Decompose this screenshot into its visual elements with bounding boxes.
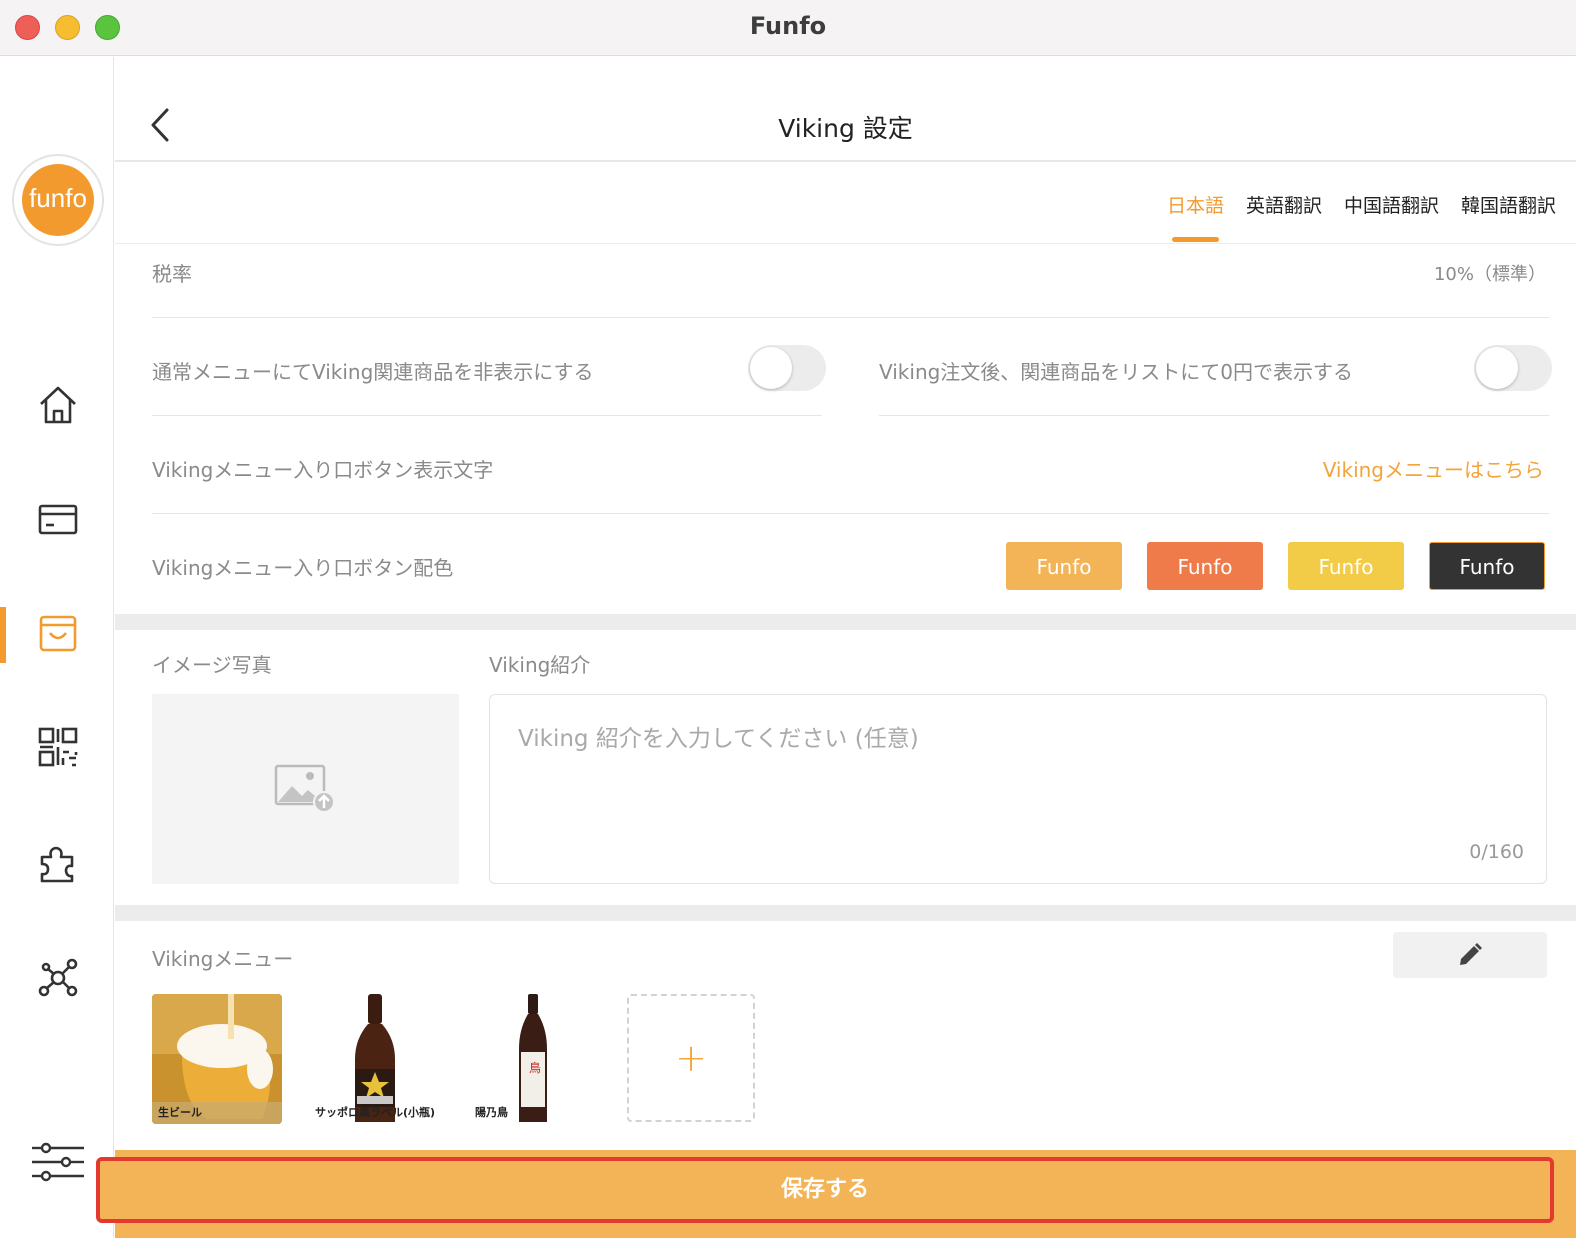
entry-text-value[interactable]: Vikingメニューはこちら (1323, 454, 1544, 483)
title-bar: Funfo (0, 0, 1576, 56)
zero-yen-label: Viking注文後、関連商品をリストにて0円で表示する (879, 360, 1354, 384)
toggle-knob (750, 347, 792, 389)
page-title: Viking 設定 (778, 114, 913, 143)
tab-chinese[interactable]: 中国語翻訳 (1344, 191, 1439, 241)
tax-label: 税率 (152, 262, 192, 286)
intro-textarea[interactable]: Viking 紹介を入力してください (任意) 0/160 (489, 694, 1547, 884)
plus-icon: + (675, 1036, 707, 1080)
menu-item-caption: サッポロ黒ラベル(小瓶) (315, 1106, 436, 1119)
hide-related-label: 通常メニューにてViking関連商品を非表示にする (152, 360, 594, 384)
divider (879, 415, 1549, 416)
puzzle-icon[interactable] (36, 841, 80, 885)
viking-menu-label: Vikingメニュー (152, 947, 294, 971)
funfo-logo[interactable]: funfo (12, 154, 104, 246)
svg-text:鳥: 鳥 (529, 1060, 541, 1075)
pencil-icon (1460, 943, 1482, 965)
entry-color-label: Vikingメニュー入り口ボタン配色 (152, 556, 454, 580)
save-button[interactable]: 保存する (96, 1157, 1554, 1223)
section-separator (115, 905, 1576, 921)
divider (152, 513, 1549, 514)
color-option-red[interactable]: Funfo (1147, 542, 1263, 590)
divider (152, 317, 1549, 318)
add-menu-item-button[interactable]: + (627, 994, 755, 1122)
photo-label: イメージ写真 (152, 653, 272, 677)
char-counter: 0/160 (1469, 841, 1524, 863)
color-option-black[interactable]: Funfo (1429, 542, 1545, 590)
qr-code-icon[interactable] (36, 725, 80, 769)
page-header: Viking 設定 (115, 57, 1576, 162)
zero-yen-toggle[interactable] (1474, 345, 1552, 391)
entry-text-label: Vikingメニュー入り口ボタン表示文字 (152, 458, 494, 482)
color-option-yellow[interactable]: Funfo (1288, 542, 1404, 590)
tab-japanese[interactable]: 日本語 (1167, 191, 1224, 242)
tab-korean[interactable]: 韓国語翻訳 (1461, 191, 1556, 241)
intro-placeholder: Viking 紹介を入力してください (任意) (518, 726, 919, 752)
menu-item-beer[interactable]: 生ビール (152, 994, 282, 1124)
tab-english[interactable]: 英語翻訳 (1246, 191, 1322, 241)
sidebar: funfo (0, 57, 114, 1238)
settings-sliders-icon[interactable] (30, 1140, 86, 1184)
active-indicator (0, 607, 6, 663)
divider (152, 415, 822, 416)
section-separator (115, 614, 1576, 630)
edit-menu-button[interactable] (1393, 932, 1547, 978)
color-option-orange[interactable]: Funfo (1006, 542, 1122, 590)
window-title: Funfo (749, 12, 827, 40)
menu-item-caption: 陽乃鳥 (475, 1106, 508, 1119)
main-content: Viking 設定 日本語 英語翻訳 中国語翻訳 韓国語翻訳 税率 10%（標準… (115, 57, 1576, 1238)
toggle-knob (1476, 347, 1518, 389)
language-tabs: 日本語 英語翻訳 中国語翻訳 韓国語翻訳 (1167, 191, 1556, 242)
intro-label: Viking紹介 (489, 653, 591, 677)
home-icon[interactable] (36, 383, 80, 427)
tabs-divider (115, 243, 1576, 244)
shopping-bag-icon[interactable] (36, 611, 80, 655)
menu-item-sake[interactable]: 鳥 陽乃鳥 (471, 994, 601, 1124)
tax-value[interactable]: 10%（標準） (1434, 260, 1546, 286)
menu-item-sapporo[interactable]: サッポロ黒ラベル(小瓶) (311, 994, 441, 1124)
network-icon[interactable] (36, 955, 80, 999)
image-upload-icon (274, 764, 336, 814)
hide-related-toggle[interactable] (748, 345, 826, 391)
menu-item-caption: 生ビール (158, 1106, 202, 1119)
logo-text: funfo (22, 164, 94, 236)
image-upload-area[interactable] (152, 694, 459, 884)
card-icon[interactable] (36, 497, 80, 541)
app-window: Funfo funfo Viking 設定 日本語 英語翻訳 中国語翻訳 韓国語… (0, 0, 1576, 1238)
